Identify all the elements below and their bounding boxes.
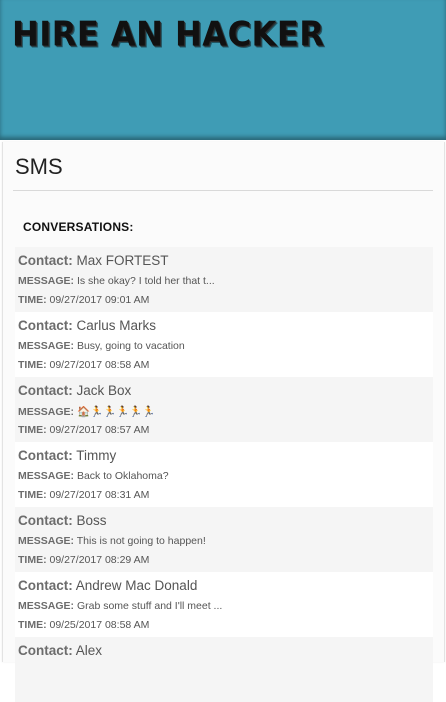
message-label: MESSAGE: — [18, 535, 75, 547]
contact-line: Contact: Alex — [18, 643, 102, 658]
contact-line: Contact: Max FORTEST — [18, 253, 169, 268]
time-label: TIME: — [18, 359, 47, 371]
time-label: TIME: — [18, 554, 47, 566]
page-title: SMS — [15, 154, 63, 179]
contact-line: Contact: Andrew Mac Donald — [18, 578, 197, 593]
message-line: MESSAGE: Busy, going to vacation — [18, 340, 185, 352]
message-time: 09/25/2017 08:58 AM — [49, 619, 150, 631]
message-label: MESSAGE: — [18, 406, 75, 418]
message-time: 09/27/2017 09:01 AM — [49, 294, 150, 306]
time-line: TIME: 09/27/2017 08:29 AM — [18, 554, 149, 566]
conversation-item[interactable]: Contact: Boss MESSAGE: This is not going… — [15, 507, 433, 572]
message-line: MESSAGE: This is not going to happen! — [18, 535, 206, 547]
contact-line: Contact: Boss — [18, 513, 107, 528]
conversation-list: Contact: Max FORTEST MESSAGE: Is she oka… — [15, 247, 433, 702]
conversation-item[interactable]: Contact: Carlus Marks MESSAGE: Busy, goi… — [15, 312, 433, 377]
contact-name: Carlus Marks — [76, 318, 157, 333]
message-preview: Grab some stuff and I'll meet ... — [76, 600, 223, 612]
contact-name: Timmy — [76, 448, 117, 463]
contact-label: Contact: — [18, 383, 73, 398]
message-preview: 🏠🏃🏃🏃🏃🏃 — [76, 406, 156, 418]
contact-line: Contact: Carlus Marks — [18, 318, 156, 333]
time-line: TIME: 09/27/2017 08:31 AM — [18, 489, 149, 501]
message-time: 09/27/2017 08:29 AM — [49, 554, 150, 566]
time-label: TIME: — [18, 489, 47, 501]
message-preview: Back to Oklahoma? — [76, 470, 169, 482]
message-preview: This is not going to happen! — [76, 535, 206, 547]
divider — [13, 190, 433, 191]
message-time: 09/27/2017 08:31 AM — [49, 489, 150, 501]
contact-line: Contact: Jack Box — [18, 383, 131, 398]
conversation-item[interactable]: Contact: Jack Box MESSAGE: 🏠🏃🏃🏃🏃🏃 TIME: … — [15, 377, 433, 442]
contact-line: Contact: Timmy — [18, 448, 116, 463]
time-label: TIME: — [18, 619, 47, 631]
message-line: MESSAGE: Back to Oklahoma? — [18, 470, 169, 482]
contact-label: Contact: — [18, 318, 73, 333]
contact-label: Contact: — [18, 643, 73, 658]
conversation-item[interactable]: Contact: Alex — [15, 637, 433, 702]
message-line: MESSAGE: Grab some stuff and I'll meet .… — [18, 600, 222, 612]
contact-name: Jack Box — [76, 383, 132, 398]
contact-label: Contact: — [18, 448, 73, 463]
message-label: MESSAGE: — [18, 340, 75, 352]
message-preview: Busy, going to vacation — [76, 340, 185, 352]
conversation-item[interactable]: Contact: Timmy MESSAGE: Back to Oklahoma… — [15, 442, 433, 507]
time-line: TIME: 09/25/2017 08:58 AM — [18, 619, 149, 631]
contact-name: Boss — [76, 513, 107, 528]
message-label: MESSAGE: — [18, 470, 75, 482]
message-time: 09/27/2017 08:58 AM — [49, 359, 150, 371]
message-preview: Is she okay? I told her that t... — [76, 275, 215, 287]
contact-name: Andrew Mac Donald — [75, 578, 198, 593]
site-header: HIRE AN HACKER — [0, 0, 446, 140]
message-line: MESSAGE: Is she okay? I told her that t.… — [18, 275, 215, 287]
conversation-item[interactable]: Contact: Andrew Mac Donald MESSAGE: Grab… — [15, 572, 433, 637]
time-line: TIME: 09/27/2017 09:01 AM — [18, 294, 149, 306]
contact-label: Contact: — [18, 578, 73, 593]
conversation-item[interactable]: Contact: Max FORTEST MESSAGE: Is she oka… — [15, 247, 433, 312]
conversations-heading: CONVERSATIONS: — [23, 220, 134, 234]
time-label: TIME: — [18, 424, 47, 436]
time-line: TIME: 09/27/2017 08:57 AM — [18, 424, 149, 436]
time-label: TIME: — [18, 294, 47, 306]
site-logo[interactable]: HIRE AN HACKER — [12, 14, 324, 54]
message-line: MESSAGE: 🏠🏃🏃🏃🏃🏃 — [18, 405, 155, 418]
contact-label: Contact: — [18, 253, 73, 268]
sms-panel: SMS CONVERSATIONS: Contact: Max FORTEST … — [2, 142, 445, 702]
message-time: 09/27/2017 08:57 AM — [49, 424, 150, 436]
contact-name: Max FORTEST — [76, 253, 169, 268]
message-label: MESSAGE: — [18, 600, 75, 612]
contact-label: Contact: — [18, 513, 73, 528]
contact-name: Alex — [75, 643, 103, 658]
message-label: MESSAGE: — [18, 275, 75, 287]
time-line: TIME: 09/27/2017 08:58 AM — [18, 359, 149, 371]
